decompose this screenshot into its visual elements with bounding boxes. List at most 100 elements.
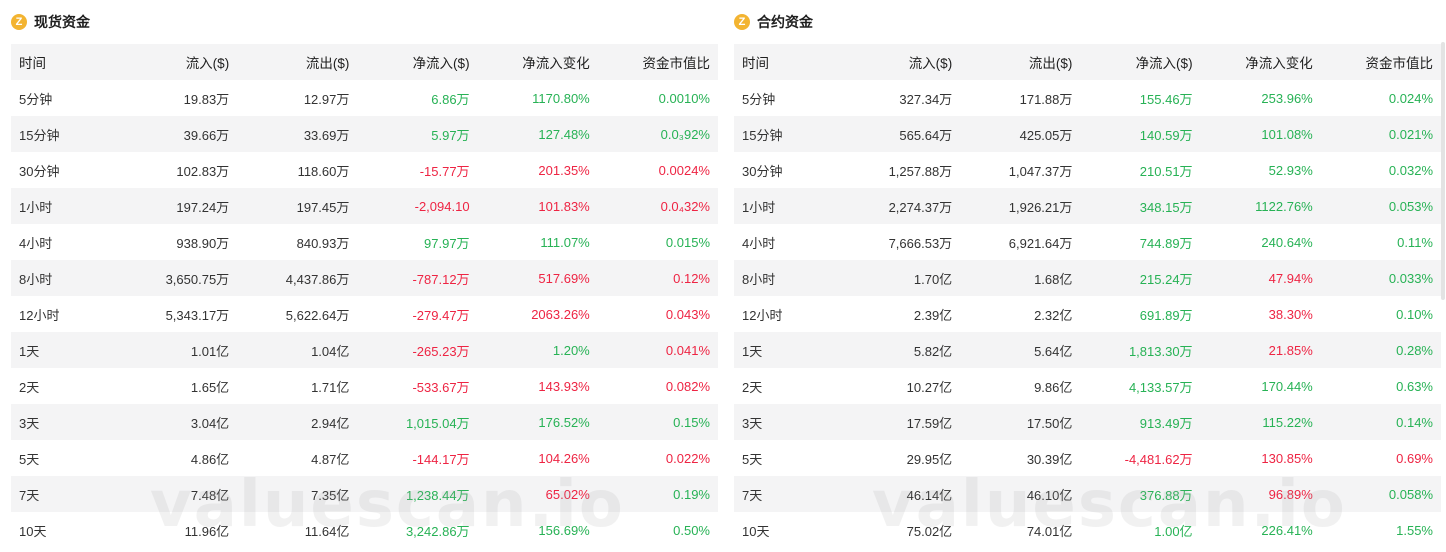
cell-inflow: 2.39亿 <box>913 307 953 323</box>
spot-funds-header: Z 现货资金 <box>11 0 718 44</box>
cell-outflow: 4,437.86万 <box>285 271 350 287</box>
futures-funds-rows: 5分钟 327.34万 171.88万 155.46万 253.96% 0.024% 15分… <box>734 80 1441 548</box>
cell-net-change: 101.83% <box>538 198 590 214</box>
cell-inflow: 1,257.88万 <box>888 163 953 179</box>
scrollbar[interactable] <box>1441 42 1445 300</box>
cell-outflow: 1,047.37万 <box>1008 163 1073 179</box>
cell-time: 7天 <box>19 487 40 503</box>
column-header-net-inflow: 净流入($) <box>412 56 470 71</box>
cell-outflow: 6,921.64万 <box>1008 235 1073 251</box>
cell-net-change: 240.64% <box>1261 234 1313 250</box>
cell-ratio: 0.032% <box>1388 162 1433 178</box>
cell-time: 2天 <box>19 379 40 395</box>
table-row[interactable]: 7天 46.14亿 46.10亿 376.88万 96.89% 0.058% <box>734 476 1441 512</box>
table-row[interactable]: 2天 1.65亿 1.71亿 -533.67万 143.93% 0.082% <box>11 368 718 404</box>
cell-inflow: 327.34万 <box>899 91 953 107</box>
table-row[interactable]: 10天 75.02亿 74.01亿 1.00亿 226.41% 1.55% <box>734 512 1441 548</box>
column-header-net-inflow: 净流入($) <box>1135 56 1193 71</box>
cell-net-inflow: 1,813.30万 <box>1128 343 1193 359</box>
cell-inflow: 17.59亿 <box>906 415 953 431</box>
table-row[interactable]: 1小时 2,274.37万 1,926.21万 348.15万 1122.76% 0.05… <box>734 188 1441 224</box>
cell-outflow: 17.50亿 <box>1026 415 1073 431</box>
cell-inflow: 1.01亿 <box>190 343 230 359</box>
table-row[interactable]: 4小时 938.90万 840.93万 97.97万 111.07% 0.015% <box>11 224 718 260</box>
table-row[interactable]: 1小时 197.24万 197.45万 -2,094.10 101.83% 0.0₄32% <box>11 188 718 224</box>
column-header-time: 时间 <box>19 56 46 71</box>
table-row[interactable]: 8小时 3,650.75万 4,437.86万 -787.12万 517.69% 0.12… <box>11 260 718 296</box>
table-row[interactable]: 3天 3.04亿 2.94亿 1,015.04万 176.52% 0.15% <box>11 404 718 440</box>
table-row[interactable]: 7天 7.48亿 7.35亿 1,238.44万 65.02% 0.19% <box>11 476 718 512</box>
cell-inflow: 938.90万 <box>176 235 230 251</box>
column-header-inflow: 流入($) <box>908 56 953 71</box>
cell-time: 15分钟 <box>742 127 783 143</box>
cell-ratio: 0.082% <box>665 378 710 394</box>
cell-net-inflow: -787.12万 <box>412 271 470 287</box>
cell-inflow: 1.70亿 <box>913 271 953 287</box>
cell-net-inflow: 4,133.57万 <box>1128 379 1193 395</box>
cell-time: 5天 <box>19 451 40 467</box>
table-row[interactable]: 1天 5.82亿 5.64亿 1,813.30万 21.85% 0.28% <box>734 332 1441 368</box>
table-row[interactable]: 10天 11.96亿 11.64亿 3,242.86万 156.69% 0.50% <box>11 512 718 548</box>
coin-icon: Z <box>11 14 27 30</box>
cell-outflow: 2.32亿 <box>1034 307 1073 323</box>
cell-net-change: 115.22% <box>1262 414 1313 430</box>
cell-net-change: 104.26% <box>538 450 590 466</box>
table-row[interactable]: 5天 4.86亿 4.87亿 -144.17万 104.26% 0.022% <box>11 440 718 476</box>
column-header-inflow: 流入($) <box>185 56 230 71</box>
cell-net-inflow: -2,094.10 <box>414 198 470 214</box>
cell-time: 7天 <box>742 487 763 503</box>
cell-time: 3天 <box>742 415 763 431</box>
cell-outflow: 12.97万 <box>303 91 350 107</box>
futures-funds-title: 合约资金 <box>757 14 813 30</box>
table-row[interactable]: 30分钟 102.83万 118.60万 -15.77万 201.35% 0.0024% <box>11 152 718 188</box>
cell-net-inflow: -15.77万 <box>419 163 470 179</box>
cell-ratio: 1.55% <box>1396 522 1433 538</box>
cell-net-inflow: -4,481.62万 <box>1124 451 1193 467</box>
cell-net-change: 127.48% <box>538 126 590 142</box>
cell-net-change: 253.96% <box>1261 90 1313 106</box>
cell-outflow: 30.39亿 <box>1026 451 1073 467</box>
table-row[interactable]: 15分钟 565.64万 425.05万 140.59万 101.08% 0.021% <box>734 116 1441 152</box>
cell-time: 30分钟 <box>19 163 60 179</box>
cell-net-inflow: 1,238.44万 <box>405 487 470 503</box>
table-row[interactable]: 30分钟 1,257.88万 1,047.37万 210.51万 52.93% 0.032… <box>734 152 1441 188</box>
futures-funds-panel: Z 合约资金 时间 流入($) 流出($) 净流入($) 净流入变化 资金市值比… <box>734 0 1441 548</box>
table-row[interactable]: 3天 17.59亿 17.50亿 913.49万 115.22% 0.14% <box>734 404 1441 440</box>
cell-ratio: 0.14% <box>1396 414 1433 430</box>
cell-time: 1天 <box>19 343 40 359</box>
table-row[interactable]: 4小时 7,666.53万 6,921.64万 744.89万 240.64% 0.11% <box>734 224 1441 260</box>
cell-outflow: 425.05万 <box>1019 127 1073 143</box>
cell-net-inflow: 913.49万 <box>1139 415 1193 431</box>
cell-outflow: 171.88万 <box>1019 91 1073 107</box>
cell-net-inflow: 376.88万 <box>1139 487 1193 503</box>
cell-time: 12小时 <box>19 307 60 323</box>
cell-time: 3天 <box>19 415 40 431</box>
table-row[interactable]: 5分钟 19.83万 12.97万 6.86万 1170.80% 0.0010% <box>11 80 718 116</box>
table-row[interactable]: 8小时 1.70亿 1.68亿 215.24万 47.94% 0.033% <box>734 260 1441 296</box>
cell-net-inflow: -144.17万 <box>412 451 470 467</box>
table-row[interactable]: 5天 29.95亿 30.39亿 -4,481.62万 130.85% 0.69% <box>734 440 1441 476</box>
cell-ratio: 0.033% <box>1388 270 1433 286</box>
table-row[interactable]: 12小时 2.39亿 2.32亿 691.89万 38.30% 0.10% <box>734 296 1441 332</box>
table-row[interactable]: 1天 1.01亿 1.04亿 -265.23万 1.20% 0.041% <box>11 332 718 368</box>
cell-ratio: 0.058% <box>1388 486 1433 502</box>
table-row[interactable]: 2天 10.27亿 9.86亿 4,133.57万 170.44% 0.63% <box>734 368 1441 404</box>
cell-outflow: 118.60万 <box>297 163 350 179</box>
cell-ratio: 0.022% <box>665 450 710 466</box>
cell-net-change: 21.85% <box>1268 342 1313 358</box>
cell-time: 8小时 <box>742 271 776 287</box>
spot-funds-rows: 5分钟 19.83万 12.97万 6.86万 1170.80% 0.0010% 15分钟 3… <box>11 80 718 548</box>
cell-time: 30分钟 <box>742 163 783 179</box>
cell-outflow: 1.04亿 <box>311 343 350 359</box>
cell-net-change: 47.94% <box>1268 270 1313 286</box>
cell-net-inflow: -265.23万 <box>412 343 470 359</box>
table-row[interactable]: 12小时 5,343.17万 5,622.64万 -279.47万 2063.26% 0.… <box>11 296 718 332</box>
cell-net-change: 96.89% <box>1268 486 1313 502</box>
cell-net-change: 226.41% <box>1261 522 1313 538</box>
cell-ratio: 0.041% <box>665 342 710 358</box>
table-row[interactable]: 5分钟 327.34万 171.88万 155.46万 253.96% 0.024% <box>734 80 1441 116</box>
column-header-net-change: 净流入变化 <box>1245 56 1313 71</box>
table-row[interactable]: 15分钟 39.66万 33.69万 5.97万 127.48% 0.0₃92% <box>11 116 718 152</box>
cell-time: 5天 <box>742 451 763 467</box>
cell-inflow: 3,650.75万 <box>165 271 230 287</box>
